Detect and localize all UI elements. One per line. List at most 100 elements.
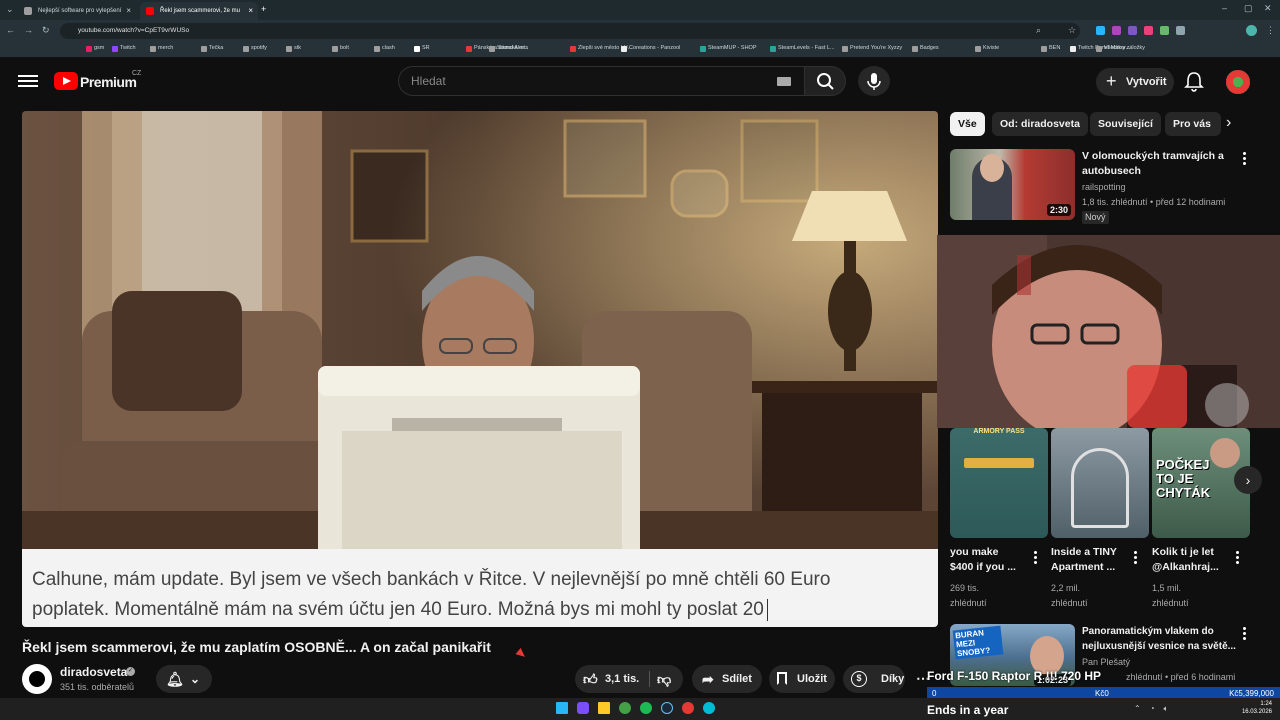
chrome-icon[interactable] — [619, 702, 631, 714]
bookmark-item[interactable]: spotify — [243, 45, 267, 52]
chip-for-you[interactable]: Pro vás — [1165, 112, 1221, 136]
bookmark-item[interactable]: SteamMUP - SHOP — [700, 45, 757, 52]
more-options-icon[interactable] — [1034, 551, 1037, 564]
back-icon[interactable]: ← — [6, 25, 15, 35]
related-channel[interactable]: Pan Plešatý — [1082, 656, 1130, 669]
minimize-icon[interactable]: – — [1222, 3, 1227, 13]
thumbnail-rifle — [964, 458, 1034, 468]
bookmark-item[interactable]: Twitch — [112, 45, 136, 52]
app-icon[interactable] — [703, 702, 715, 714]
bookmark-item[interactable]: BEN — [1041, 45, 1060, 52]
bookmark-item[interactable]: Kiviste — [975, 45, 999, 52]
bookmark-item[interactable]: stk — [286, 45, 301, 52]
window-close-icon[interactable]: ✕ — [1264, 3, 1272, 14]
logo-text[interactable]: Premium — [80, 72, 137, 92]
new-tab-icon[interactable]: + — [261, 4, 266, 14]
voice-search-button[interactable] — [858, 66, 890, 96]
thumbnail-face — [1210, 438, 1240, 468]
profile-icon[interactable] — [1246, 25, 1257, 36]
network-icon[interactable]: ◔ — [1150, 704, 1155, 714]
address-bar[interactable]: youtube.com/watch?v=CpET9vrWUSo — [60, 23, 1080, 39]
create-button[interactable]: Vytvořit — [1096, 67, 1174, 96]
short-title[interactable]: you make $400 if you ... — [950, 545, 1030, 575]
related-video-title[interactable]: Panoramatickým vlakem do nejluxusnější v… — [1082, 624, 1236, 654]
new-badge: Nový — [1082, 211, 1109, 224]
channel-name[interactable]: diradosveta — [60, 665, 127, 679]
browser-tab-active[interactable]: Řekl jsem scammerovi, že mu × — [140, 2, 258, 20]
zoom-icon[interactable]: ⌕ — [1036, 25, 1041, 36]
bookmark-item[interactable]: bolt — [332, 45, 349, 52]
tray-chevron-icon[interactable]: ⌃ — [1134, 704, 1141, 714]
related-channel[interactable]: railspotting — [1082, 181, 1126, 194]
account-avatar[interactable] — [1226, 70, 1250, 94]
browser-tab[interactable]: Nejlepší software pro vylepšení × — [18, 2, 136, 20]
bookmark-item[interactable]: Coreations - Panzool — [621, 45, 680, 52]
title-line: Inside a TINY — [1051, 546, 1117, 558]
notifications-bell-icon[interactable] — [1184, 70, 1204, 92]
chip-all[interactable]: Vše — [950, 112, 985, 136]
teams-icon[interactable] — [577, 702, 589, 714]
overlay-ends-text: Ends in a year — [927, 703, 1009, 717]
shorts-next-chevron-icon[interactable]: › — [1234, 466, 1262, 494]
close-tab-icon[interactable]: × — [248, 2, 253, 20]
bookmark-item[interactable]: Všechny záložky — [1096, 45, 1145, 52]
extension-icon[interactable] — [1144, 26, 1153, 35]
maximize-icon[interactable]: ▢ — [1244, 3, 1253, 14]
forward-icon[interactable]: → — [24, 25, 33, 35]
bookmark-item[interactable]: Sound Alerts — [489, 45, 528, 52]
short-views-label: zhlédnutí — [1051, 598, 1088, 608]
short-title[interactable]: Inside a TINY Apartment ... — [1051, 545, 1133, 575]
thumbnail-house — [1071, 448, 1129, 528]
browser-menu-icon[interactable]: ⋮ — [1266, 25, 1275, 36]
bookmark-item[interactable]: Tečka — [201, 45, 223, 52]
bookmark-item[interactable]: Badges — [912, 45, 939, 52]
reload-icon[interactable]: ↻ — [42, 25, 50, 36]
subscription-bell-button[interactable]: 🔔︎ ⌄ — [156, 665, 212, 693]
system-clock[interactable]: 1:24 16.03.2026 — [1232, 700, 1272, 716]
related-video-title[interactable]: V olomouckých tramvajích a autobusech — [1082, 149, 1232, 179]
thanks-button[interactable]: $ Díky — [843, 665, 905, 693]
hamburger-menu-icon[interactable] — [18, 72, 38, 90]
thumbs-up-icon: 👍︎ — [583, 671, 598, 687]
more-options-icon[interactable] — [1236, 551, 1239, 564]
bookmark-item[interactable]: SteamLevels - Fast L... — [770, 45, 835, 52]
short-thumbnail[interactable]: ARMORY PASS — [950, 428, 1048, 538]
extension-icon[interactable] — [1160, 26, 1169, 35]
video-thumbnail[interactable]: 2:30 — [950, 149, 1075, 220]
extension-icon[interactable] — [1112, 26, 1121, 35]
volume-icon[interactable]: 🔈︎ — [1164, 704, 1169, 714]
bookmark-item[interactable]: clash — [374, 45, 395, 52]
bookmark-item[interactable]: gsm — [86, 45, 104, 52]
share-button[interactable]: ➦ Sdílet — [692, 665, 762, 693]
search-input[interactable]: Hledat — [398, 66, 806, 96]
chip-next-chevron-icon[interactable]: › — [1226, 114, 1231, 132]
extension-icon[interactable] — [1096, 26, 1105, 35]
chip-related[interactable]: Související — [1090, 112, 1161, 136]
file-explorer-icon[interactable] — [598, 702, 610, 714]
obs-icon[interactable] — [682, 702, 694, 714]
extension-icon[interactable] — [1128, 26, 1137, 35]
save-button[interactable]: Uložit — [769, 665, 835, 693]
short-thumbnail[interactable] — [1051, 428, 1149, 538]
spotify-icon[interactable] — [640, 702, 652, 714]
search-button[interactable] — [804, 66, 846, 96]
channel-avatar[interactable] — [22, 664, 52, 694]
youtube-logo-icon[interactable] — [54, 72, 78, 90]
keyboard-icon[interactable] — [777, 77, 791, 86]
close-tab-icon[interactable]: × — [126, 2, 131, 20]
more-options-icon[interactable] — [1243, 627, 1246, 640]
start-menu-icon[interactable] — [556, 702, 568, 714]
more-options-icon[interactable] — [1134, 551, 1137, 564]
steam-icon[interactable] — [661, 702, 673, 714]
bookmark-item[interactable]: SR — [414, 45, 430, 52]
short-title[interactable]: Kolik ti je let @Alkanhraj... — [1152, 545, 1234, 575]
more-options-icon[interactable] — [1243, 152, 1246, 165]
bookmark-item[interactable]: merch — [150, 45, 173, 52]
dislike-button[interactable]: 👎︎ — [657, 665, 671, 693]
extensions-puzzle-icon[interactable] — [1176, 26, 1185, 35]
bookmark-star-icon[interactable]: ☆ — [1068, 25, 1076, 36]
tab-search-icon[interactable]: ⌄ — [6, 4, 14, 15]
bookmark-item[interactable]: Pretend You're Xyzzy — [842, 45, 902, 52]
chip-from-channel[interactable]: Od: diradosveta — [992, 112, 1088, 136]
like-button[interactable]: 👍︎ 3,1 tis. — [583, 665, 649, 693]
